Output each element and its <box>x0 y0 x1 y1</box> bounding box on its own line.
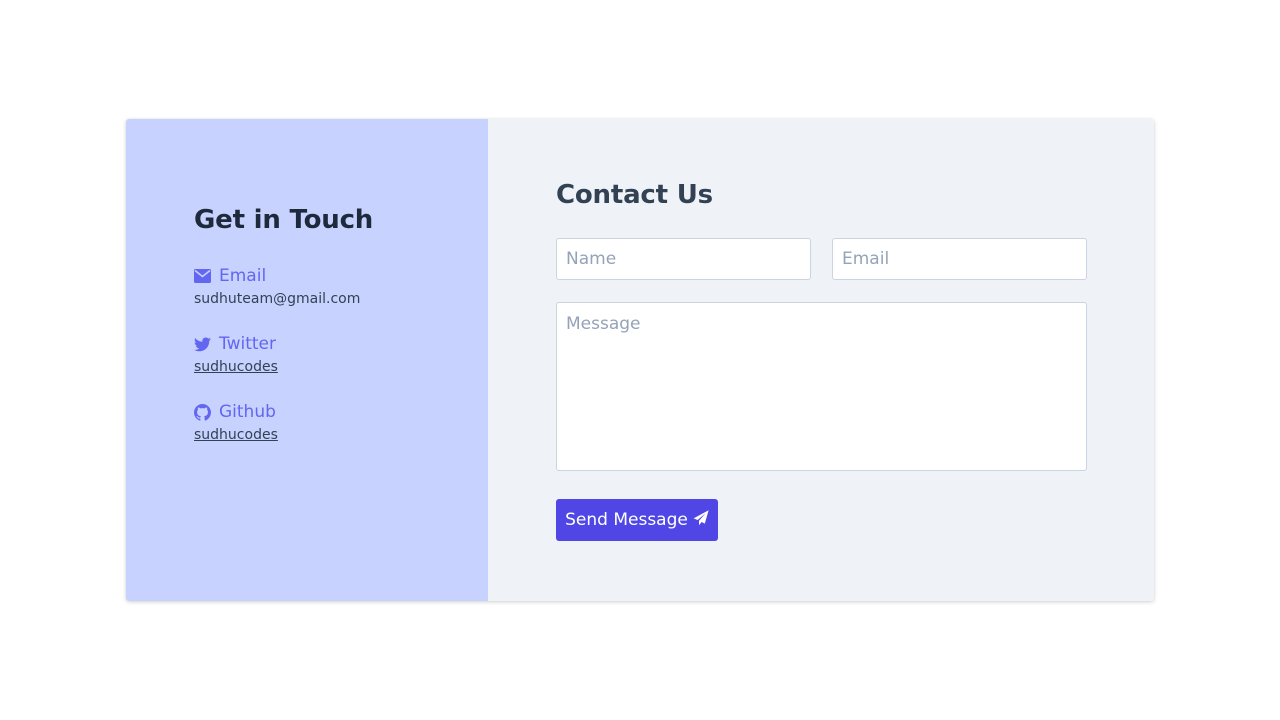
twitter-link[interactable]: sudhucodes <box>194 357 278 377</box>
contact-email-label: Email <box>219 266 267 286</box>
send-message-button[interactable]: Send Message <box>556 499 718 541</box>
form-title: Contact Us <box>556 180 713 210</box>
envelope-icon <box>194 269 211 283</box>
email-input[interactable] <box>832 238 1087 280</box>
name-input[interactable] <box>556 238 811 280</box>
contact-twitter: Twitter sudhucodes <box>194 333 278 377</box>
contact-email-value: sudhuteam@gmail.com <box>194 291 361 307</box>
twitter-icon <box>194 336 211 352</box>
contact-card: Get in Touch Email sudhuteam@gmail.com T… <box>126 119 1154 601</box>
info-panel: Get in Touch Email sudhuteam@gmail.com T… <box>126 119 488 601</box>
contact-github: Github sudhucodes <box>194 401 278 445</box>
contact-github-label: Github <box>219 402 276 422</box>
github-link[interactable]: sudhucodes <box>194 425 278 445</box>
message-textarea[interactable] <box>556 302 1087 471</box>
info-title: Get in Touch <box>194 205 374 235</box>
contact-form-panel: Contact Us Send Message <box>488 119 1154 601</box>
contact-email-heading: Email <box>194 265 360 287</box>
contact-email: Email sudhuteam@gmail.com <box>194 265 360 309</box>
send-message-label: Send Message <box>565 510 688 530</box>
contact-github-heading: Github <box>194 401 278 423</box>
contact-twitter-label: Twitter <box>219 334 276 354</box>
github-icon <box>194 403 211 421</box>
contact-twitter-heading: Twitter <box>194 333 278 355</box>
paper-plane-icon <box>693 509 709 531</box>
